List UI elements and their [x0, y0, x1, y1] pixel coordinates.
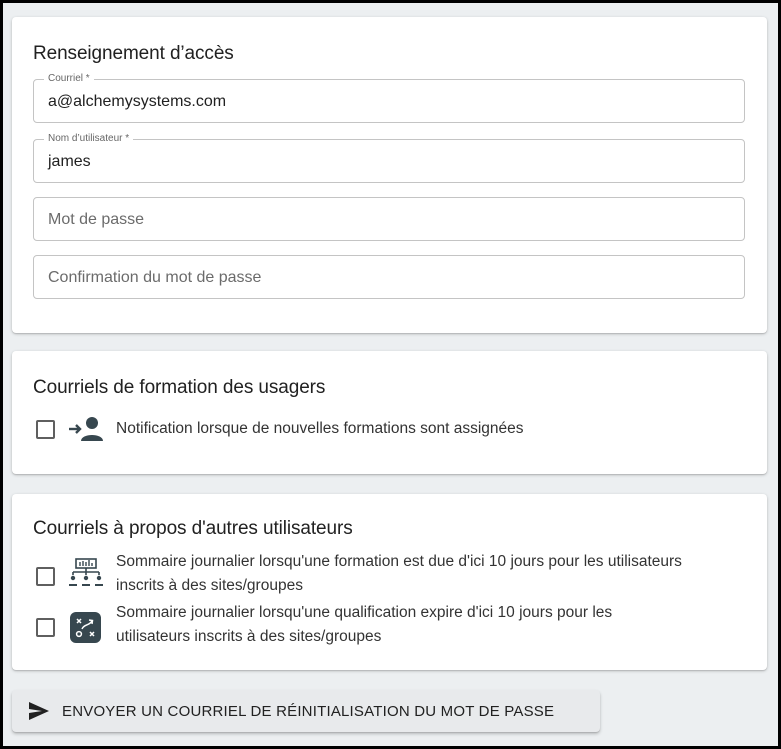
send-icon: [29, 702, 49, 720]
training-section-title: Courriels de formation des usagers: [33, 377, 326, 398]
training-emails-card: Courriels de formation des usagers Notif…: [12, 351, 767, 474]
training-due-label-line2: inscrits à des sites/groupes: [116, 577, 303, 594]
email-label: Courriel *: [44, 73, 94, 85]
qualification-expiry-checkbox[interactable]: [36, 618, 55, 637]
access-section-title: Renseignement d’accès: [33, 43, 234, 64]
page-frame: Renseignement d’accès Courriel * a@alche…: [3, 3, 778, 746]
send-reset-password-label: ENVOYER UN COURRIEL DE RÉINITIALISATION …: [62, 703, 555, 720]
new-training-label: Notification lorsque de nouvelles format…: [116, 420, 524, 437]
email-field[interactable]: Courriel * a@alchemysystems.com: [33, 73, 745, 123]
password-confirm-placeholder: Confirmation du mot de passe: [48, 269, 262, 286]
password-confirm-field[interactable]: Confirmation du mot de passe: [33, 255, 745, 299]
password-placeholder: Mot de passe: [48, 211, 145, 228]
user-assign-icon: [69, 417, 103, 441]
other-users-emails-card: Courriels à propos d'autres utilisateurs…: [12, 494, 767, 670]
org-chart-icon: [69, 558, 103, 586]
email-value: a@alchemysystems.com: [48, 93, 227, 110]
new-training-checkbox[interactable]: [36, 420, 55, 439]
username-value: james: [48, 153, 91, 170]
strategy-icon: [70, 612, 101, 643]
training-due-checkbox[interactable]: [36, 567, 55, 586]
username-label: Nom d’utilisateur *: [44, 133, 134, 145]
send-reset-password-button[interactable]: ENVOYER UN COURRIEL DE RÉINITIALISATION …: [12, 690, 600, 732]
password-field[interactable]: Mot de passe: [33, 197, 745, 241]
others-section-title: Courriels à propos d'autres utilisateurs: [33, 518, 353, 539]
training-due-label-line1: Sommaire journalier lorsqu'une formation…: [116, 553, 682, 570]
username-field[interactable]: Nom d’utilisateur * james: [33, 133, 745, 183]
qualification-expiry-label-line1: Sommaire journalier lorsqu'une qualifica…: [116, 604, 613, 621]
qualification-expiry-label-line2: utilisateurs inscrits à des sites/groupe…: [116, 628, 382, 645]
access-info-card: Renseignement d’accès Courriel * a@alche…: [12, 17, 767, 333]
